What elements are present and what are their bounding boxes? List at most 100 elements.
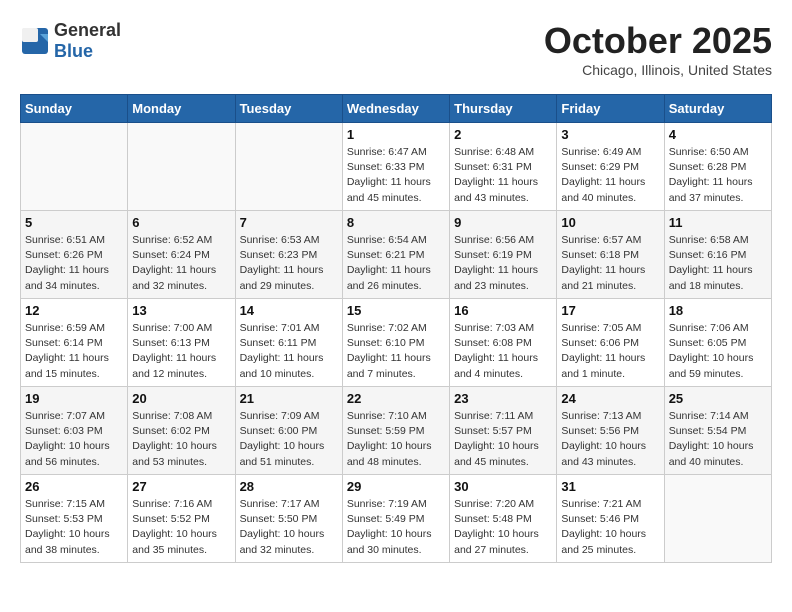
calendar-cell: 10 Sunrise: 6:57 AM Sunset: 6:18 PM Dayli…: [557, 211, 664, 299]
day-number: 6: [132, 215, 230, 230]
day-info: Sunrise: 7:01 AM Sunset: 6:11 PM Dayligh…: [240, 321, 338, 382]
calendar-cell: 2Sunrise: 6:48 AM Sunset: 6:31 PM Daylig…: [450, 123, 557, 211]
day-number: 11: [669, 215, 767, 230]
calendar-cell: 31Sunrise: 7:21 AM Sunset: 5:46 PM Dayli…: [557, 475, 664, 563]
day-info: Sunrise: 7:17 AM Sunset: 5:50 PM Dayligh…: [240, 497, 338, 558]
calendar-cell: 27Sunrise: 7:16 AM Sunset: 5:52 PM Dayli…: [128, 475, 235, 563]
day-info: Sunrise: 7:13 AM Sunset: 5:56 PM Dayligh…: [561, 409, 659, 470]
day-info: Sunrise: 7:21 AM Sunset: 5:46 PM Dayligh…: [561, 497, 659, 558]
day-number: 24: [561, 391, 659, 406]
day-info: Sunrise: 6:54 AM Sunset: 6:21 PM Dayligh…: [347, 233, 445, 294]
month-title: October 2025: [544, 20, 772, 62]
day-number: 2: [454, 127, 552, 142]
weekday-header-wednesday: Wednesday: [342, 95, 449, 123]
calendar-cell: 30Sunrise: 7:20 AM Sunset: 5:48 PM Dayli…: [450, 475, 557, 563]
day-number: 25: [669, 391, 767, 406]
day-number: 1: [347, 127, 445, 142]
day-number: 21: [240, 391, 338, 406]
day-info: Sunrise: 6:57 AM Sunset: 6:18 PM Dayligh…: [561, 233, 659, 294]
day-number: 5: [25, 215, 123, 230]
calendar-table: SundayMondayTuesdayWednesdayThursdayFrid…: [20, 94, 772, 563]
location-title: Chicago, Illinois, United States: [544, 62, 772, 78]
day-info: Sunrise: 7:15 AM Sunset: 5:53 PM Dayligh…: [25, 497, 123, 558]
calendar-cell: 4Sunrise: 6:50 AM Sunset: 6:28 PM Daylig…: [664, 123, 771, 211]
day-number: 12: [25, 303, 123, 318]
calendar-cell: 23Sunrise: 7:11 AM Sunset: 5:57 PM Dayli…: [450, 387, 557, 475]
day-number: 22: [347, 391, 445, 406]
day-number: 10: [561, 215, 659, 230]
day-number: 30: [454, 479, 552, 494]
day-info: Sunrise: 7:08 AM Sunset: 6:02 PM Dayligh…: [132, 409, 230, 470]
page-header: General Blue October 2025 Chicago, Illin…: [20, 20, 772, 78]
day-info: Sunrise: 7:00 AM Sunset: 6:13 PM Dayligh…: [132, 321, 230, 382]
calendar-week-2: 12 Sunrise: 6:59 AM Sunset: 6:14 PM Dayli…: [21, 299, 772, 387]
weekday-header-friday: Friday: [557, 95, 664, 123]
calendar-cell: 1Sunrise: 6:47 AM Sunset: 6:33 PM Daylig…: [342, 123, 449, 211]
day-number: 23: [454, 391, 552, 406]
day-number: 29: [347, 479, 445, 494]
day-number: 19: [25, 391, 123, 406]
calendar-cell: 28Sunrise: 7:17 AM Sunset: 5:50 PM Dayli…: [235, 475, 342, 563]
calendar-cell: [21, 123, 128, 211]
calendar-body: 1Sunrise: 6:47 AM Sunset: 6:33 PM Daylig…: [21, 123, 772, 563]
calendar-cell: 12 Sunrise: 6:59 AM Sunset: 6:14 PM Dayli…: [21, 299, 128, 387]
calendar-week-3: 19 Sunrise: 7:07 AM Sunset: 6:03 PM Dayli…: [21, 387, 772, 475]
calendar-header: SundayMondayTuesdayWednesdayThursdayFrid…: [21, 95, 772, 123]
day-info: Sunrise: 7:14 AM Sunset: 5:54 PM Dayligh…: [669, 409, 767, 470]
day-number: 20: [132, 391, 230, 406]
calendar-cell: 15 Sunrise: 7:02 AM Sunset: 6:10 PM Dayli…: [342, 299, 449, 387]
calendar-cell: 5 Sunrise: 6:51 AM Sunset: 6:26 PM Daylig…: [21, 211, 128, 299]
weekday-header-saturday: Saturday: [664, 95, 771, 123]
calendar-cell: 20 Sunrise: 7:08 AM Sunset: 6:02 PM Dayli…: [128, 387, 235, 475]
logo-text-blue: Blue: [54, 41, 93, 61]
calendar-cell: 14 Sunrise: 7:01 AM Sunset: 6:11 PM Dayli…: [235, 299, 342, 387]
day-number: 13: [132, 303, 230, 318]
day-info: Sunrise: 7:09 AM Sunset: 6:00 PM Dayligh…: [240, 409, 338, 470]
calendar-cell: 6Sunrise: 6:52 AM Sunset: 6:24 PM Daylig…: [128, 211, 235, 299]
calendar-cell: 22 Sunrise: 7:10 AM Sunset: 5:59 PM Dayli…: [342, 387, 449, 475]
day-number: 7: [240, 215, 338, 230]
calendar-cell: 16Sunrise: 7:03 AM Sunset: 6:08 PM Dayli…: [450, 299, 557, 387]
day-info: Sunrise: 7:06 AM Sunset: 6:05 PM Dayligh…: [669, 321, 767, 382]
calendar-cell: 7 Sunrise: 6:53 AM Sunset: 6:23 PM Daylig…: [235, 211, 342, 299]
calendar-cell: 11 Sunrise: 6:58 AM Sunset: 6:16 PM Dayli…: [664, 211, 771, 299]
calendar-cell: 13 Sunrise: 7:00 AM Sunset: 6:13 PM Dayli…: [128, 299, 235, 387]
day-number: 26: [25, 479, 123, 494]
logo-text-general: General: [54, 20, 121, 40]
logo-icon: [20, 26, 50, 56]
title-block: October 2025 Chicago, Illinois, United S…: [544, 20, 772, 78]
weekday-header-sunday: Sunday: [21, 95, 128, 123]
day-info: Sunrise: 6:49 AM Sunset: 6:29 PM Dayligh…: [561, 145, 659, 206]
day-number: 17: [561, 303, 659, 318]
day-number: 3: [561, 127, 659, 142]
weekday-header-monday: Monday: [128, 95, 235, 123]
calendar-cell: 9Sunrise: 6:56 AM Sunset: 6:19 PM Daylig…: [450, 211, 557, 299]
weekday-header-tuesday: Tuesday: [235, 95, 342, 123]
day-info: Sunrise: 7:07 AM Sunset: 6:03 PM Dayligh…: [25, 409, 123, 470]
day-info: Sunrise: 6:59 AM Sunset: 6:14 PM Dayligh…: [25, 321, 123, 382]
day-info: Sunrise: 7:19 AM Sunset: 5:49 PM Dayligh…: [347, 497, 445, 558]
day-info: Sunrise: 6:58 AM Sunset: 6:16 PM Dayligh…: [669, 233, 767, 294]
day-info: Sunrise: 6:51 AM Sunset: 6:26 PM Dayligh…: [25, 233, 123, 294]
day-info: Sunrise: 6:56 AM Sunset: 6:19 PM Dayligh…: [454, 233, 552, 294]
day-number: 14: [240, 303, 338, 318]
calendar-cell: 8 Sunrise: 6:54 AM Sunset: 6:21 PM Daylig…: [342, 211, 449, 299]
calendar-cell: 26 Sunrise: 7:15 AM Sunset: 5:53 PM Dayli…: [21, 475, 128, 563]
calendar-week-0: 1Sunrise: 6:47 AM Sunset: 6:33 PM Daylig…: [21, 123, 772, 211]
calendar-week-1: 5 Sunrise: 6:51 AM Sunset: 6:26 PM Daylig…: [21, 211, 772, 299]
day-number: 4: [669, 127, 767, 142]
calendar-cell: 3 Sunrise: 6:49 AM Sunset: 6:29 PM Daylig…: [557, 123, 664, 211]
day-number: 18: [669, 303, 767, 318]
calendar-cell: 18 Sunrise: 7:06 AM Sunset: 6:05 PM Dayli…: [664, 299, 771, 387]
day-info: Sunrise: 7:03 AM Sunset: 6:08 PM Dayligh…: [454, 321, 552, 382]
day-number: 8: [347, 215, 445, 230]
calendar-cell: [664, 475, 771, 563]
day-number: 27: [132, 479, 230, 494]
day-number: 15: [347, 303, 445, 318]
calendar-week-4: 26 Sunrise: 7:15 AM Sunset: 5:53 PM Dayli…: [21, 475, 772, 563]
day-info: Sunrise: 6:53 AM Sunset: 6:23 PM Dayligh…: [240, 233, 338, 294]
calendar-cell: 25 Sunrise: 7:14 AM Sunset: 5:54 PM Dayli…: [664, 387, 771, 475]
calendar-cell: [235, 123, 342, 211]
day-info: Sunrise: 7:02 AM Sunset: 6:10 PM Dayligh…: [347, 321, 445, 382]
day-info: Sunrise: 7:10 AM Sunset: 5:59 PM Dayligh…: [347, 409, 445, 470]
